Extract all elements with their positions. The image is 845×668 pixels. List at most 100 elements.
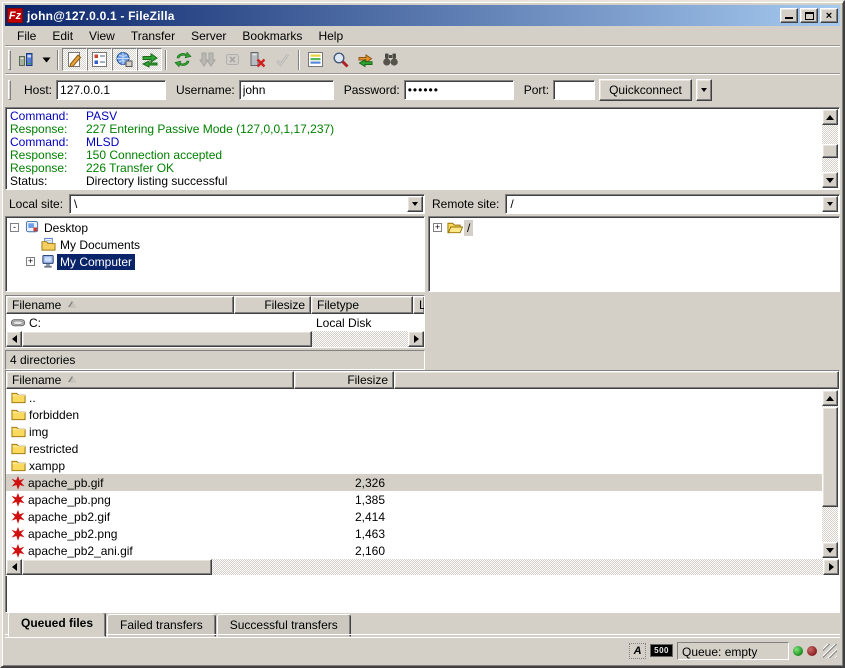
scroll-thumb[interactable] <box>22 331 312 347</box>
toggle-local-tree-button[interactable] <box>87 48 112 71</box>
maximize-icon <box>805 12 814 20</box>
disconnect-button[interactable] <box>245 48 270 71</box>
scroll-thumb[interactable] <box>22 559 212 575</box>
remote-site-combo[interactable]: / <box>505 194 840 214</box>
tree-expander[interactable]: - <box>10 223 19 232</box>
tree-item-desktop[interactable]: - Desktop <box>6 219 424 236</box>
local-site-dropdown[interactable] <box>407 196 423 212</box>
column-header-l[interactable]: L <box>413 296 425 314</box>
cell-size: 1,385 <box>294 493 390 507</box>
arrow-up-icon <box>826 115 834 120</box>
speed-limit-icon[interactable]: 500 <box>650 644 673 657</box>
scroll-right-button[interactable] <box>408 331 424 347</box>
synchronized-browsing-button[interactable] <box>353 48 378 71</box>
quickconnect-button[interactable]: Quickconnect <box>599 79 692 101</box>
password-input[interactable] <box>404 80 514 100</box>
quickconnect-dropdown[interactable] <box>696 79 712 101</box>
toggle-transfer-queue-button[interactable] <box>137 48 162 71</box>
resize-grip[interactable] <box>823 644 837 658</box>
tree-item-my-documents[interactable]: My Documents <box>6 236 424 253</box>
remote-vscrollbar[interactable] <box>822 390 838 558</box>
menu-file[interactable]: File <box>9 27 44 45</box>
menu-view[interactable]: View <box>81 27 123 45</box>
menu-transfer[interactable]: Transfer <box>123 27 183 45</box>
reconnect-button[interactable] <box>270 48 295 71</box>
transfer-type-icon[interactable]: A <box>629 643 646 659</box>
app-icon: Fz <box>7 8 23 23</box>
file-row-apache-pb-png[interactable]: apache_pb.png1,385 <box>6 491 823 508</box>
menu-help[interactable]: Help <box>310 27 351 45</box>
port-input[interactable] <box>553 80 595 100</box>
tab-failed-transfers[interactable]: Failed transfers <box>107 614 216 637</box>
scroll-left-button[interactable] <box>6 331 22 347</box>
file-row-c-[interactable]: C:Local Disk <box>6 314 424 331</box>
site-manager-button[interactable] <box>14 48 39 71</box>
toolbar-grip[interactable] <box>8 50 11 70</box>
username-input[interactable] <box>239 80 334 100</box>
process-queue-button[interactable] <box>195 48 220 71</box>
tree-label: Desktop <box>41 220 91 236</box>
find-icon <box>332 51 349 68</box>
column-header-filename[interactable]: Filename <box>6 371 294 389</box>
menu-server[interactable]: Server <box>183 27 234 45</box>
tree-item-my-computer[interactable]: +My Computer <box>6 253 424 270</box>
toggle-log-icon <box>66 51 83 68</box>
folder-icon <box>11 391 26 404</box>
toggle-remote-tree-button[interactable] <box>112 48 137 71</box>
file-row-img[interactable]: img <box>6 423 823 440</box>
scroll-down-button[interactable] <box>822 172 838 188</box>
cell-type: Local Disk <box>311 316 413 330</box>
file-row-apache-pb2-ani-gif[interactable]: apache_pb2_ani.gif2,160 <box>6 542 823 559</box>
quickconnect-bar: Host: Username: Password: Port: Quickcon… <box>5 73 840 105</box>
column-header-filesize[interactable]: Filesize <box>294 371 394 389</box>
tab-successful-transfers[interactable]: Successful transfers <box>217 614 351 637</box>
remote-file-list: ..forbiddenimgrestrictedxamppapache_pb.g… <box>6 389 823 559</box>
remote-hscrollbar[interactable] <box>6 559 839 575</box>
tree-expander[interactable]: + <box>433 223 442 232</box>
column-header-filename[interactable]: Filename <box>6 296 234 314</box>
toggle-message-log-button[interactable] <box>62 48 87 71</box>
filter-icon <box>382 51 399 68</box>
site-manager-dropdown[interactable] <box>39 48 54 71</box>
cancel-operation-button[interactable] <box>220 48 245 71</box>
filter-button[interactable] <box>378 48 403 71</box>
host-label: Host: <box>24 83 52 97</box>
maximize-button[interactable] <box>800 8 818 23</box>
local-site-label: Local site: <box>5 197 69 211</box>
remote-site-dropdown[interactable] <box>822 196 838 212</box>
scroll-up-button[interactable] <box>822 109 838 125</box>
file-row-xampp[interactable]: xampp <box>6 457 823 474</box>
file-row-restricted[interactable]: restricted <box>6 440 823 457</box>
tree-expander[interactable]: + <box>26 257 35 266</box>
scroll-thumb[interactable] <box>822 144 838 158</box>
local-hscrollbar[interactable] <box>6 331 424 347</box>
column-header-filesize[interactable]: Filesize <box>234 296 311 314</box>
close-button[interactable]: × <box>820 8 838 23</box>
scroll-left-button[interactable] <box>6 559 22 575</box>
refresh-button[interactable] <box>170 48 195 71</box>
scroll-down-button[interactable] <box>822 542 838 558</box>
host-input[interactable] <box>56 80 166 100</box>
sort-ascending-icon <box>69 377 77 383</box>
toolbar-grip[interactable] <box>8 80 11 100</box>
scroll-up-button[interactable] <box>822 390 838 406</box>
tree-item--[interactable]: +/ <box>429 219 839 236</box>
menu-bookmarks[interactable]: Bookmarks <box>234 27 310 45</box>
log-line: Response:227 Entering Passive Mode (127,… <box>10 123 822 136</box>
minimize-button[interactable] <box>780 8 798 23</box>
scroll-thumb[interactable] <box>822 407 838 507</box>
local-site-combo[interactable]: \ <box>69 194 425 214</box>
column-header-filetype[interactable]: Filetype <box>311 296 413 314</box>
file-row-apache-pb2-png[interactable]: apache_pb2.png1,463 <box>6 525 823 542</box>
menu-edit[interactable]: Edit <box>44 27 81 45</box>
directory-comparison-button[interactable] <box>303 48 328 71</box>
toolbar <box>5 45 840 73</box>
file-row-forbidden[interactable]: forbidden <box>6 406 823 423</box>
file-row-apache-pb2-gif[interactable]: apache_pb2.gif2,414 <box>6 508 823 525</box>
tab-queued-files[interactable]: Queued files <box>8 612 106 637</box>
log-scrollbar[interactable] <box>822 109 838 188</box>
file-row--[interactable]: .. <box>6 389 823 406</box>
file-row-apache-pb-gif[interactable]: apache_pb.gif2,326 <box>6 474 823 491</box>
scroll-right-button[interactable] <box>823 559 839 575</box>
find-files-button[interactable] <box>328 48 353 71</box>
